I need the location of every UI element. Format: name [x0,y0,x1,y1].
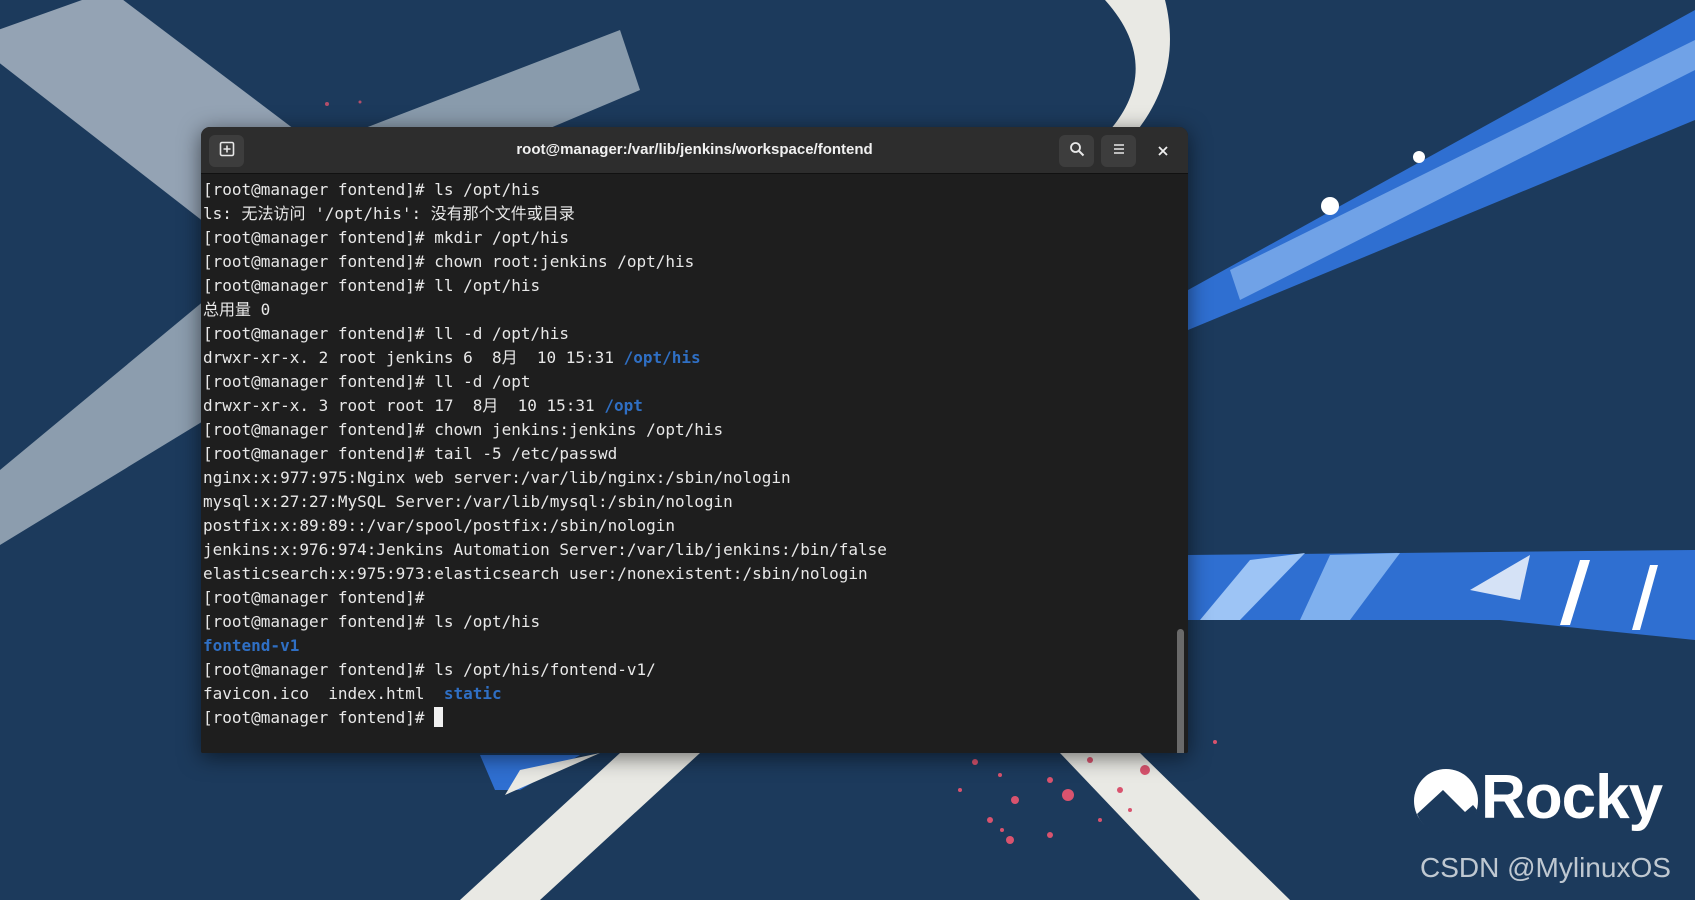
terminal-line: drwxr-xr-x. 2 root jenkins 6 8月 10 15:31… [203,346,887,370]
terminal-text: [root@manager fontend]# [203,708,435,727]
terminal-line: [root@manager fontend]# ll -d /opt [203,370,887,394]
watermark: CSDN @MylinuxOS [1420,852,1671,883]
terminal-window[interactable]: root@manager:/var/lib/jenkins/workspace/… [201,127,1188,753]
window-title: root@manager:/var/lib/jenkins/workspace/… [516,141,873,158]
terminal-text: nginx:x:977:975:Nginx web server:/var/li… [203,468,791,487]
terminal-line: [root@manager fontend]# chown root:jenki… [203,250,887,274]
terminal-text: [root@manager fontend]# ll -d /opt/his [203,324,570,343]
new-tab-button[interactable] [209,135,244,167]
terminal-line: elasticsearch:x:975:973:elasticsearch us… [203,562,887,586]
terminal-text: mysql:x:27:27:MySQL Server:/var/lib/mysq… [203,492,733,511]
terminal-text: [root@manager fontend]# ll -d /opt [203,372,531,391]
terminal-text: [root@manager fontend]# ll /opt/his [203,276,541,295]
terminal-titlebar[interactable]: root@manager:/var/lib/jenkins/workspace/… [201,127,1188,174]
terminal-text: jenkins:x:976:974:Jenkins Automation Ser… [203,540,887,559]
terminal-line: drwxr-xr-x. 3 root root 17 8月 10 15:31 /… [203,394,887,418]
rocky-logo-text: Rocky [1481,763,1663,832]
directory-name: static [443,684,502,703]
terminal-text: [root@manager fontend]# [203,588,425,607]
terminal-text: 总用量 0 [203,300,271,319]
terminal-text: [root@manager fontend]# ls /opt/his [203,612,541,631]
terminal-line: 总用量 0 [203,298,887,322]
rocky-logo: Rocky [1413,763,1673,838]
terminal-text: postfix:x:89:89::/var/spool/postfix:/sbi… [203,516,676,535]
close-icon [1157,142,1169,161]
terminal-cursor [434,707,444,727]
terminal-text: elasticsearch:x:975:973:elasticsearch us… [203,564,868,583]
terminal-line: ls: 无法访问 '/opt/his': 没有那个文件或目录 [203,202,887,226]
terminal-scrollbar[interactable] [1173,174,1188,753]
terminal-text: [root@manager fontend]# tail -5 /etc/pas… [203,444,618,463]
directory-name: /opt/his [623,348,701,367]
terminal-line: postfix:x:89:89::/var/spool/postfix:/sbi… [203,514,887,538]
terminal-line: [root@manager fontend]# chown jenkins:je… [203,418,887,442]
search-button[interactable] [1059,135,1094,167]
terminal-line: [root@manager fontend]# tail -5 /etc/pas… [203,442,887,466]
terminal-text: [root@manager fontend]# chown jenkins:je… [203,420,724,439]
terminal-text: favicon.ico index.html [203,684,444,703]
scrollbar-thumb[interactable] [1177,629,1184,753]
close-button[interactable] [1145,135,1180,167]
terminal-line: jenkins:x:976:974:Jenkins Automation Ser… [203,538,887,562]
terminal-line: nginx:x:977:975:Nginx web server:/var/li… [203,466,887,490]
terminal-text: drwxr-xr-x. 2 root jenkins 6 8月 10 15:31 [203,348,624,367]
desktop: root@manager:/var/lib/jenkins/workspace/… [0,0,1695,900]
terminal-text: [root@manager fontend]# ls /opt/his/font… [203,660,656,679]
terminal-output[interactable]: [root@manager fontend]# ls /opt/his ls: 无… [201,174,1173,753]
terminal-line: mysql:x:27:27:MySQL Server:/var/lib/mysq… [203,490,887,514]
terminal-line: favicon.ico index.html static [203,682,887,706]
hamburger-menu-icon [1111,141,1127,161]
terminal-text: drwxr-xr-x. 3 root root 17 8月 10 15:31 [203,396,605,415]
terminal-text: [root@manager fontend]# chown root:jenki… [203,252,695,271]
terminal-line: [root@manager fontend]# ls /opt/his/font… [203,658,887,682]
terminal-line: [root@manager fontend]# ll /opt/his [203,274,887,298]
terminal-text: [root@manager fontend]# ls /opt/his [203,180,541,199]
terminal-text: ls: 无法访问 '/opt/his': 没有那个文件或目录 [203,204,575,223]
terminal-lines: [root@manager fontend]# ls /opt/his ls: 无… [203,178,887,730]
menu-button[interactable] [1101,135,1136,167]
directory-name: fontend-v1 [203,636,300,655]
terminal-line: [root@manager fontend]# ls /opt/his [203,178,887,202]
terminal-line: [root@manager fontend]# mkdir /opt/his [203,226,887,250]
new-tab-icon [219,141,235,161]
terminal-line: [root@manager fontend]# ls /opt/his [203,610,887,634]
terminal-text: [root@manager fontend]# mkdir /opt/his [203,228,570,247]
search-icon [1069,141,1085,161]
terminal-line: fontend-v1 [203,634,887,658]
rocky-mountain-icon [1414,769,1478,834]
terminal-line: [root@manager fontend]# [203,586,887,610]
directory-name: /opt [604,396,643,415]
terminal-line: [root@manager fontend]# [203,706,887,730]
terminal-line: [root@manager fontend]# ll -d /opt/his [203,322,887,346]
